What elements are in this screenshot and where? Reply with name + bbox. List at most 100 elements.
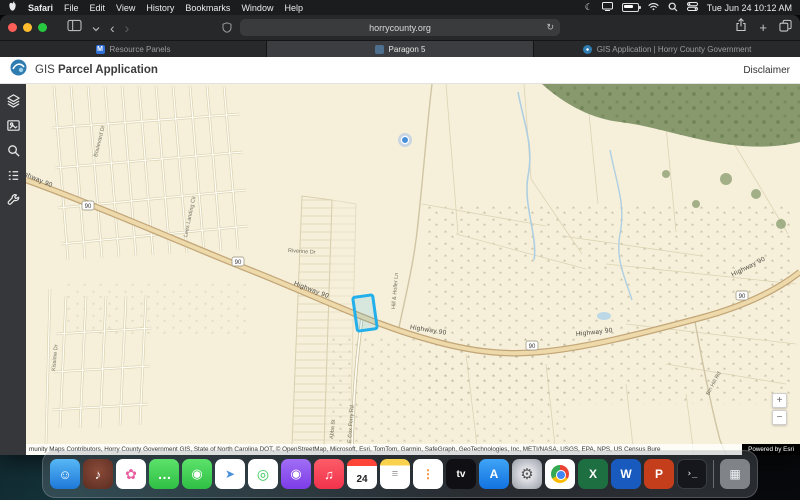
forward-button[interactable]: › — [125, 21, 130, 35]
menu-bookmarks[interactable]: Bookmarks — [185, 3, 230, 13]
privacy-shield-icon[interactable] — [222, 22, 232, 35]
close-window-button[interactable] — [8, 23, 17, 32]
zoom-control: + − — [772, 393, 787, 425]
dock-word-icon[interactable]: W — [611, 459, 641, 489]
tab-label: Paragon 5 — [389, 45, 426, 54]
dock-glyph: ⋮ — [422, 467, 434, 481]
new-tab-button[interactable]: + — [759, 21, 767, 34]
dock-messages-icon[interactable]: … — [149, 459, 179, 489]
location-marker[interactable] — [398, 133, 412, 147]
fullscreen-window-button[interactable] — [38, 23, 47, 32]
dock-glyph: ◉ — [290, 466, 301, 482]
dock-divider — [713, 460, 714, 488]
macos-menubar: Safari File Edit View History Bookmarks … — [0, 0, 800, 15]
url-text: horrycounty.org — [369, 23, 431, 33]
dock-notes-icon[interactable]: ≡ — [380, 459, 410, 489]
spotlight-search-icon[interactable] — [668, 2, 678, 14]
layers-icon[interactable] — [4, 91, 22, 109]
menu-edit[interactable]: Edit — [90, 3, 106, 13]
dock-excel-icon[interactable]: X — [578, 459, 608, 489]
reload-icon[interactable]: ↻ — [546, 22, 554, 33]
menubar-clock[interactable]: Tue Jun 24 10:12 AM — [707, 3, 792, 13]
route-shield-90: 90 — [526, 341, 538, 350]
dock-terminal-icon[interactable]: ›_ — [677, 459, 707, 489]
map-container[interactable]: 90 90 90 90 — [26, 84, 800, 455]
tab-favicon-county-seal — [583, 45, 592, 54]
selected-parcel[interactable] — [353, 295, 378, 331]
safari-window: ‹ › horrycounty.org ↻ + M Resource Panel… — [0, 15, 800, 455]
tab-favicon-paragon — [375, 45, 384, 54]
dock-glyph: ⚙ — [520, 465, 533, 483]
browser-toolbar: ‹ › horrycounty.org ↻ + — [0, 15, 800, 40]
sidebar-chevron-icon[interactable] — [92, 19, 100, 37]
dock-glyph: X — [589, 467, 597, 481]
map-canvas[interactable]: 90 90 90 90 — [26, 84, 800, 455]
dock-glyph: A — [490, 467, 499, 481]
tab-bar: M Resource Panels Paragon 5 GIS Applicat… — [0, 40, 800, 57]
page-title-bold: Parcel Application — [58, 64, 158, 76]
zoom-in-button[interactable]: + — [772, 393, 787, 408]
dock-facetime-icon[interactable]: ◉ — [182, 459, 212, 489]
tab-label: GIS Application | Horry County Governmen… — [597, 45, 752, 54]
basemap-icon[interactable] — [4, 116, 22, 134]
apple-menu-icon[interactable] — [8, 1, 17, 14]
menu-view[interactable]: View — [116, 3, 135, 13]
dock-finder-icon[interactable]: ☺ — [50, 459, 80, 489]
control-center-icon[interactable] — [687, 2, 698, 13]
minimize-window-button[interactable] — [23, 23, 32, 32]
focus-moon-icon[interactable]: ☾ — [585, 3, 593, 12]
dock-settings-icon[interactable]: ⚙ — [512, 459, 542, 489]
back-button[interactable]: ‹ — [110, 21, 115, 35]
dock-podcasts-icon[interactable]: ◉ — [281, 459, 311, 489]
dock-glyph: ☺ — [58, 467, 71, 482]
dock-maps-icon[interactable]: ➤ — [215, 459, 245, 489]
dock-calendar-icon[interactable]: 24 — [347, 459, 377, 489]
menu-file[interactable]: File — [64, 3, 79, 13]
dock-trash-icon[interactable]: ▦ — [720, 459, 750, 489]
legend-icon[interactable] — [4, 166, 22, 184]
screen-mirroring-icon[interactable] — [602, 2, 613, 13]
sidebar-toggle-icon[interactable] — [67, 19, 82, 37]
gis-logo — [10, 59, 27, 81]
tab-resource-panels[interactable]: M Resource Panels — [0, 41, 267, 57]
page-title-prefix: GIS — [35, 64, 55, 76]
dock-glyph: ♫ — [324, 467, 334, 482]
share-icon[interactable] — [735, 18, 747, 37]
menubar-app-name[interactable]: Safari — [28, 3, 53, 13]
macos-dock: ☺ ♪ ✿ … ◉ ➤ ◎ ◉ ♫ 24 ≡ ⋮ tv A ⚙ X W P ›_… — [42, 450, 758, 498]
search-icon[interactable] — [4, 141, 22, 159]
dock-photos-icon[interactable]: ✿ — [116, 459, 146, 489]
dock-garageband-icon[interactable]: ♪ — [83, 459, 113, 489]
dock-app-store-icon[interactable]: A — [479, 459, 509, 489]
dock-glyph: ›_ — [687, 469, 698, 479]
disclaimer-link[interactable]: Disclaimer — [743, 65, 790, 76]
svg-text:90: 90 — [235, 260, 242, 266]
svg-text:90: 90 — [739, 294, 746, 300]
dock-glyph: P — [655, 467, 663, 481]
tab-label: Resource Panels — [110, 45, 171, 54]
dock-chrome-icon[interactable] — [545, 459, 575, 489]
svg-text:90: 90 — [85, 204, 92, 210]
menu-window[interactable]: Window — [241, 3, 273, 13]
dock-powerpoint-icon[interactable]: P — [644, 459, 674, 489]
wifi-icon[interactable] — [648, 2, 659, 13]
tab-overview-icon[interactable] — [779, 19, 792, 37]
tab-gis-application[interactable]: GIS Application | Horry County Governmen… — [534, 41, 800, 57]
dock-glyph: ✿ — [125, 466, 137, 483]
dock-music-icon[interactable]: ♫ — [314, 459, 344, 489]
menu-history[interactable]: History — [146, 3, 174, 13]
dock-tv-icon[interactable]: tv — [446, 459, 476, 489]
tab-paragon-5[interactable]: Paragon 5 — [267, 41, 534, 57]
address-bar[interactable]: horrycounty.org ↻ — [240, 19, 560, 36]
tools-wrench-icon[interactable] — [4, 191, 22, 209]
page-title: GIS Parcel Application — [35, 64, 158, 76]
dock-reminders-icon[interactable]: ⋮ — [413, 459, 443, 489]
dock-find-my-icon[interactable]: ◎ — [248, 459, 278, 489]
svg-text:90: 90 — [529, 344, 536, 350]
route-shield-90: 90 — [232, 257, 244, 266]
route-shield-90: 90 — [82, 201, 94, 210]
battery-icon[interactable] — [622, 3, 639, 12]
route-shield-90: 90 — [736, 291, 748, 300]
menu-help[interactable]: Help — [284, 3, 303, 13]
zoom-out-button[interactable]: − — [772, 410, 787, 425]
